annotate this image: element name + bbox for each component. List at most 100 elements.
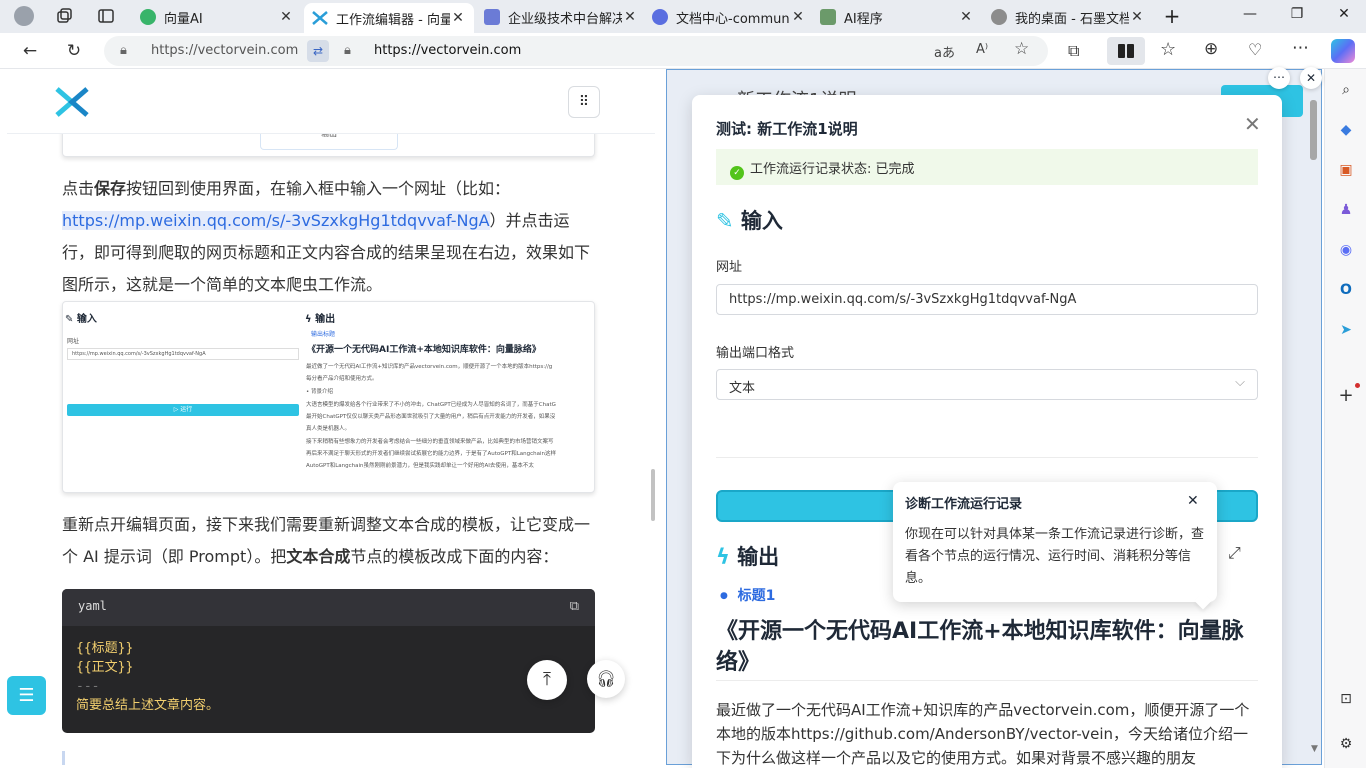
back-button[interactable]: ← xyxy=(20,41,40,61)
tab-favicon-icon xyxy=(991,9,1007,25)
code-line: {{标题}} xyxy=(76,641,134,656)
add-sidebar-app-icon[interactable]: + xyxy=(1336,385,1356,406)
address-bar: ← ↻ 🔒︎ https://vectorvein.com ⇄ 🔒︎ https… xyxy=(0,33,1366,69)
browser-tab-3[interactable]: 文档中心-communi ✕ xyxy=(644,3,814,31)
close-tab-icon[interactable]: ✕ xyxy=(450,10,466,26)
tab-title: AI程序 xyxy=(844,11,883,27)
edge-sidebar: ⌕ ◆ ▣ ♟ ◉ O ➤ + ⊡ ⚙ xyxy=(1324,69,1366,768)
url-label: 网址 xyxy=(716,260,743,275)
translate-icon[interactable]: aあ xyxy=(934,42,955,61)
format-select[interactable]: 文本 ⌵ xyxy=(716,369,1258,400)
minimize-button[interactable]: — xyxy=(1240,6,1260,26)
vectorvein-logo-icon xyxy=(312,11,328,25)
extensions-icon[interactable]: ⧉ xyxy=(1068,41,1079,61)
image-body-line: 真人类是机器人。 xyxy=(306,426,351,432)
tab-title: 文档中心-communi xyxy=(676,11,790,27)
popover-body: 你现在可以针对具体某一条工作流记录进行诊断，查看各个节点的运行情况、运行时间、消… xyxy=(905,527,1205,586)
support-headset-button[interactable]: 🎧︎ xyxy=(587,660,625,698)
popover-title: 诊断工作流运行记录 xyxy=(905,497,1023,512)
toc-button[interactable]: ☰ xyxy=(7,676,46,715)
tab-favicon-icon xyxy=(652,9,668,25)
close-tab-icon[interactable]: ✕ xyxy=(1129,9,1145,25)
output-article-title: 《开源一个无代码AI工作流+本地知识库软件：向量脉络》 xyxy=(716,619,1244,675)
close-tab-icon[interactable]: ✕ xyxy=(278,9,294,25)
tab-favicon-icon xyxy=(820,9,836,25)
fullscreen-icon[interactable]: ⤢ xyxy=(1228,543,1241,563)
close-window-button[interactable]: ✕ xyxy=(1334,6,1354,26)
screenshot-icon[interactable]: ⊡ xyxy=(1336,691,1356,711)
image-body-line: 每分看产品介绍和使用方式。 xyxy=(306,376,378,382)
copy-icon[interactable]: ⧉ xyxy=(570,599,579,614)
docs-scrollbar[interactable] xyxy=(651,469,655,521)
modal-close-icon[interactable]: ✕ xyxy=(1244,112,1261,136)
search-icon[interactable]: ⌕ xyxy=(1336,82,1356,102)
input-heading: ✎ 输入 xyxy=(716,209,783,233)
tab-favicon-icon xyxy=(484,9,500,25)
lightning-icon: ϟ xyxy=(716,545,730,569)
profile-avatar-icon[interactable] xyxy=(14,6,34,26)
tab-actions-icon[interactable] xyxy=(97,7,115,25)
code-line: {{正文}} xyxy=(76,660,134,675)
browser-tab-4[interactable]: AI程序 ✕ xyxy=(812,3,982,31)
lock-icon: 🔒︎ xyxy=(120,43,127,58)
apps-grid-button[interactable]: ⠿ xyxy=(568,86,600,118)
vectorvein-logo-icon[interactable] xyxy=(55,85,89,119)
split-screen-button[interactable] xyxy=(1107,37,1145,65)
url-input[interactable]: https://mp.weixin.qq.com/s/-3vSzxkgHg1td… xyxy=(716,284,1258,315)
browser-tab-2[interactable]: 企业级技术中台解决 ✕ xyxy=(476,3,646,31)
image-body-line: 最近做了一个无代码AI工作流+知识库的产品vectorvein.com，顺便开源… xyxy=(306,364,553,370)
settings-gear-icon[interactable]: ⚙ xyxy=(1336,736,1356,756)
close-split-icon[interactable]: ✕ xyxy=(1300,67,1322,89)
close-tab-icon[interactable]: ✕ xyxy=(622,9,638,25)
image-body-line: 接下来稍稍有些想象力的开发者会考虑结合一些细分的垂直领域来做产品，比如典型的市场… xyxy=(306,439,554,445)
browser-tab-1[interactable]: 工作流编辑器 - 向量 ✕ xyxy=(304,3,474,33)
divider xyxy=(716,457,1258,458)
favorites-icon[interactable]: ☆ xyxy=(1160,39,1176,60)
tab-title: 企业级技术中台解决 xyxy=(508,11,622,27)
more-menu-icon[interactable]: ⋯ xyxy=(1292,38,1309,58)
outlook-icon[interactable]: O xyxy=(1336,282,1356,302)
new-tab-button[interactable]: + xyxy=(1162,4,1182,28)
scroll-down-arrow-icon[interactable]: ▼ xyxy=(1311,744,1318,754)
games-icon[interactable]: ♟ xyxy=(1336,202,1356,222)
close-tab-icon[interactable]: ✕ xyxy=(958,9,974,25)
docs-pane: ⠿ 输出 点击保存按钮回到使用界面，在输入框中输入一个网址（比如：https:/… xyxy=(7,69,655,768)
split-link-icon[interactable]: ⇄ xyxy=(307,40,329,62)
favorite-star-icon[interactable]: ☆ xyxy=(1014,39,1029,59)
shopping-tag-icon[interactable]: ◆ xyxy=(1336,122,1356,142)
tab-title: 向量AI xyxy=(164,11,203,27)
send-icon[interactable]: ➤ xyxy=(1336,322,1356,342)
close-tab-icon[interactable]: ✕ xyxy=(790,9,806,25)
lock-icon: 🔒︎ xyxy=(344,43,351,58)
edit-pencil-icon: ✎ xyxy=(716,209,734,233)
output-heading: ϟ 输出 xyxy=(716,545,780,569)
code-block: yaml ⧉ {{标题}} {{正文}} --- 简要总结上述文章内容。 xyxy=(62,589,595,733)
browser-tab-5[interactable]: 我的桌面 - 石墨文档 ✕ xyxy=(983,3,1153,31)
performance-icon[interactable]: ♡ xyxy=(1248,40,1262,59)
modal-scrollbar[interactable] xyxy=(1310,100,1317,160)
popover-close-icon[interactable]: ✕ xyxy=(1187,493,1199,509)
notification-dot xyxy=(1355,383,1360,388)
tools-briefcase-icon[interactable]: ▣ xyxy=(1336,162,1356,182)
copilot-icon[interactable] xyxy=(1331,39,1355,63)
image-body-line: 大语言模型的爆发给各个行业带来了不小的冲击，ChatGPT已经成为人尽皆知的名词… xyxy=(306,402,556,408)
copilot-sidebar-icon[interactable]: ◉ xyxy=(1336,242,1356,262)
paragraph-1: 点击保存按钮回到使用界面，在输入框中输入一个网址（比如：https://mp.w… xyxy=(62,179,591,294)
docs-header: ⠿ xyxy=(7,69,655,134)
workspaces-icon[interactable] xyxy=(55,7,73,25)
tab-title: 工作流编辑器 - 向量 xyxy=(336,12,450,28)
code-language-label: yaml xyxy=(78,599,107,613)
restore-button[interactable]: ❐ xyxy=(1287,6,1307,26)
browser-tab-0[interactable]: 向量AI ✕ xyxy=(132,3,302,31)
refresh-button[interactable]: ↻ xyxy=(64,41,84,61)
scroll-top-button[interactable]: ⤒ xyxy=(527,660,567,700)
example-url-link[interactable]: https://mp.weixin.qq.com/s/-3vSzxkgHg1td… xyxy=(62,211,490,230)
collections-icon[interactable]: ⊕ xyxy=(1204,39,1218,59)
url-box[interactable]: 🔒︎ https://vectorvein.com ⇄ 🔒︎ https://v… xyxy=(104,36,1048,66)
read-aloud-icon[interactable]: A⁾ xyxy=(976,42,988,57)
url-text-left[interactable]: https://vectorvein.com xyxy=(151,43,298,58)
more-options-icon[interactable]: ⋯ xyxy=(1268,67,1290,89)
url-text-right[interactable]: https://vectorvein.com xyxy=(374,43,521,58)
image-body-lines: 最近做了一个无代码AI工作流+知识库的产品vectorvein.com，顺便开源… xyxy=(306,364,594,475)
status-banner: ✓ 工作流运行记录状态: 已完成 xyxy=(716,149,1258,185)
